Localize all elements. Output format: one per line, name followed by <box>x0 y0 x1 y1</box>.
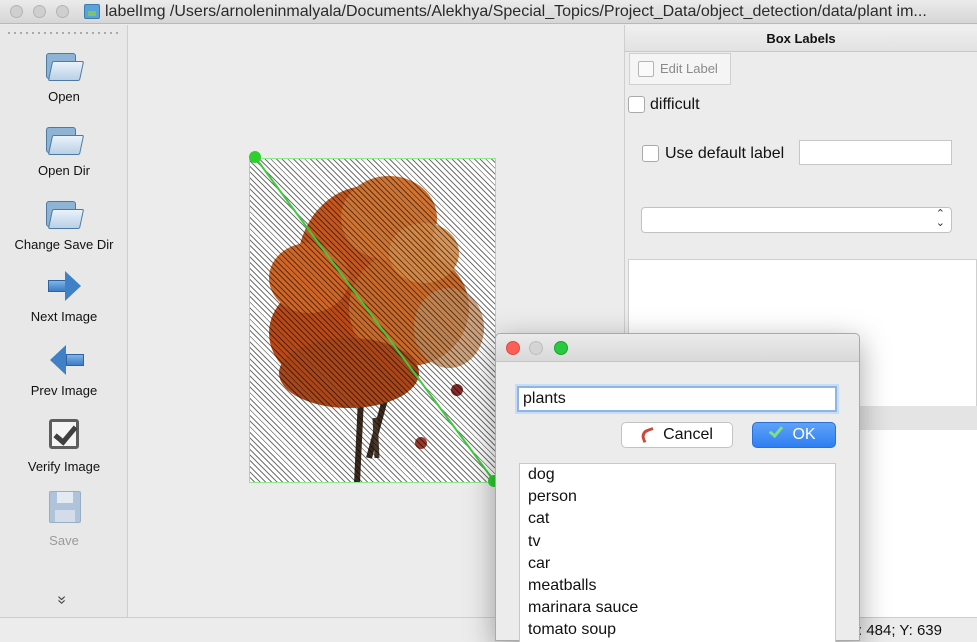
difficult-label: difficult <box>650 96 700 113</box>
ok-label: OK <box>792 426 816 443</box>
folder-icon <box>44 119 85 159</box>
next-image-button[interactable]: Next Image <box>0 265 128 324</box>
label-combo-box[interactable]: ⌃ ⌄ <box>641 207 952 233</box>
list-item[interactable]: person <box>520 486 835 508</box>
pencil-icon <box>638 61 654 77</box>
up-down-chevron-icon: ⌃ ⌄ <box>935 208 945 229</box>
open-button[interactable]: Open <box>0 45 128 104</box>
open-dir-button[interactable]: Open Dir <box>0 119 128 178</box>
dialog-title-bar <box>496 334 859 362</box>
dialog-close-button[interactable] <box>506 341 520 355</box>
change-save-dir-button[interactable]: Change Save Dir <box>0 193 128 252</box>
labelimg-app-icon <box>84 4 100 19</box>
use-default-label-text: Use default label <box>665 145 785 162</box>
next-image-label: Next Image <box>30 309 98 324</box>
list-item[interactable]: tomato soup <box>520 619 835 641</box>
list-item[interactable]: cat <box>520 508 835 530</box>
floppy-disk-icon <box>44 489 84 529</box>
toolbar-overflow-button[interactable]: » <box>53 591 70 609</box>
open-dir-label: Open Dir <box>37 163 91 178</box>
dock-title: Box Labels <box>625 25 977 52</box>
label-name-input[interactable]: plants <box>517 386 837 412</box>
undo-arrow-icon <box>639 426 657 443</box>
left-toolbar: Open Open Dir Change Save Dir Next Image… <box>0 25 128 617</box>
edit-label-button[interactable]: Edit Label <box>629 53 731 85</box>
list-item[interactable]: marinara sauce <box>520 597 835 619</box>
list-item[interactable]: tv <box>520 531 835 553</box>
save-button[interactable]: Save <box>0 489 128 548</box>
toolbar-drag-handle[interactable] <box>8 32 120 34</box>
cursor-coordinates: X: 484; Y: 639 <box>848 622 942 639</box>
folder-icon <box>44 45 85 85</box>
bbox-corner-handle[interactable] <box>249 151 261 163</box>
checkbox-check-icon <box>44 415 84 455</box>
prev-image-button[interactable]: Prev Image <box>0 339 128 398</box>
label-dialog: plants Cancel OK dog person cat tv car m… <box>495 333 860 642</box>
minimize-window-button[interactable] <box>33 5 46 18</box>
prev-image-label: Prev Image <box>30 383 98 398</box>
save-label: Save <box>49 533 79 548</box>
folder-icon <box>44 193 85 233</box>
ok-button[interactable]: OK <box>752 422 836 448</box>
use-default-label-checkbox[interactable] <box>642 145 659 162</box>
verify-image-label: Verify Image <box>27 459 101 474</box>
checkmark-icon <box>769 422 784 439</box>
window-title: labelImg /Users/arnoleninmalyala/Documen… <box>105 3 927 20</box>
cancel-label: Cancel <box>663 426 713 443</box>
window-title-bar: labelImg /Users/arnoleninmalyala/Documen… <box>0 0 977 24</box>
double-chevron-down-icon: » <box>53 595 71 605</box>
arrow-left-icon <box>44 339 84 379</box>
edit-label-text: Edit Label <box>660 61 718 76</box>
file-list-pane[interactable] <box>859 406 977 617</box>
dialog-zoom-button[interactable] <box>554 341 568 355</box>
label-history-list[interactable]: dog person cat tv car meatballs marinara… <box>519 463 836 642</box>
difficult-checkbox[interactable] <box>628 96 645 113</box>
zoom-window-button[interactable] <box>56 5 69 18</box>
cancel-button[interactable]: Cancel <box>621 422 733 448</box>
open-label: Open <box>48 89 80 104</box>
default-label-input[interactable] <box>799 140 952 165</box>
verify-image-button[interactable]: Verify Image <box>0 415 128 474</box>
list-item[interactable]: dog <box>520 464 835 486</box>
dialog-minimize-button[interactable] <box>529 341 543 355</box>
list-item[interactable]: car <box>520 553 835 575</box>
list-item[interactable]: meatballs <box>520 575 835 597</box>
close-window-button[interactable] <box>10 5 23 18</box>
arrow-right-icon <box>44 265 84 305</box>
change-save-dir-label: Change Save Dir <box>14 237 114 252</box>
